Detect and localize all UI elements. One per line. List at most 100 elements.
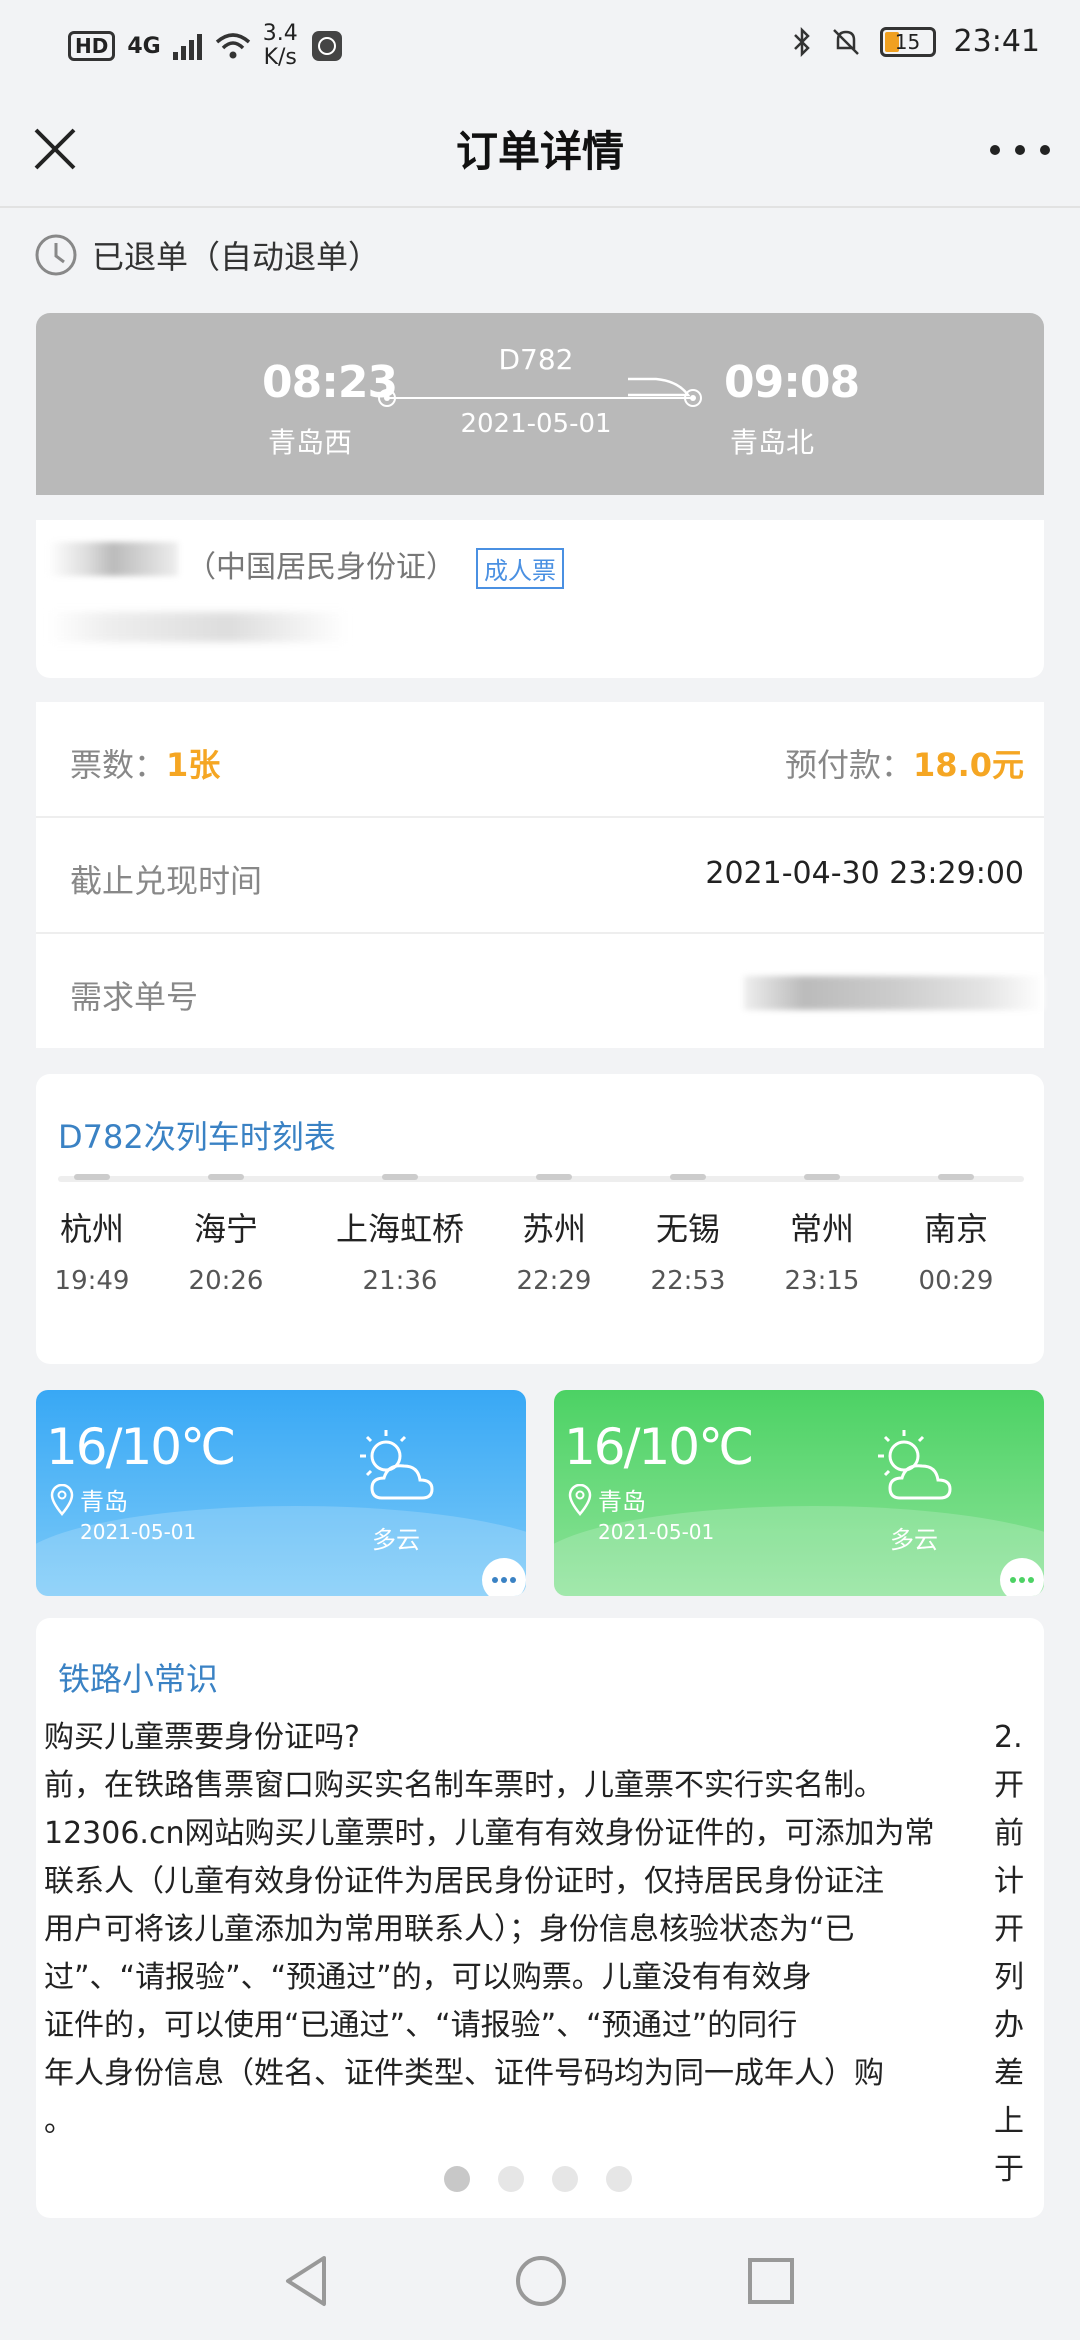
train-card: 08:23 青岛西 D782 2021-05-01 09:08 青岛北 bbox=[36, 313, 1044, 495]
weather-desc: 多云 bbox=[890, 1526, 938, 1554]
home-icon[interactable] bbox=[514, 2254, 568, 2308]
depart-station: 青岛西 bbox=[268, 426, 353, 459]
schedule-stop: 上海虹桥 21:36 bbox=[300, 1174, 500, 1296]
carousel-dot[interactable] bbox=[606, 2166, 632, 2192]
weather-city: 青岛 bbox=[80, 1488, 128, 1516]
back-icon[interactable] bbox=[282, 2254, 332, 2308]
order-info-card: 票数：1张 预付款：18.0元 截止兑现时间 2021-04-30 23:29:… bbox=[36, 702, 1044, 1048]
tips-title: 铁路小常识 bbox=[58, 1660, 219, 1698]
depart-time: 08:23 bbox=[262, 357, 398, 408]
ticket-count-row: 票数：1张 预付款：18.0元 bbox=[36, 702, 1044, 818]
schedule-stop: 南京 00:29 bbox=[896, 1174, 1016, 1296]
signal-icon bbox=[172, 34, 202, 60]
page-title: 订单详情 bbox=[455, 127, 624, 176]
order-no-redacted bbox=[744, 976, 1044, 1010]
ticket-type-badge: 成人票 bbox=[476, 548, 564, 589]
bluetooth-icon bbox=[793, 26, 810, 57]
status-left: HD 4G 3.4 K/s bbox=[68, 22, 344, 70]
order-no-row: 需求单号 bbox=[36, 934, 1044, 1050]
prepay-value: 18.0元 bbox=[913, 746, 1024, 784]
weather-more-button[interactable] bbox=[482, 1558, 526, 1596]
carousel-dot[interactable] bbox=[552, 2166, 578, 2192]
weather-date: 2021-05-01 bbox=[598, 1520, 715, 1544]
stop-time: 00:29 bbox=[918, 1266, 994, 1296]
stop-time: 23:15 bbox=[784, 1266, 860, 1296]
location-pin-icon bbox=[568, 1484, 592, 1516]
passenger-id-redacted bbox=[48, 612, 348, 642]
order-status: 已退单（自动退单） bbox=[34, 232, 380, 278]
tips-next-page-preview: 2. 开 前 计 开 列 办 差 上 于 bbox=[994, 1720, 1024, 2187]
weather-city: 青岛 bbox=[598, 1488, 646, 1516]
schedule-card: D782次列车时刻表 杭州 19:49 海宁 20:26 上海虹桥 21:36 苏州 2… bbox=[36, 1074, 1044, 1364]
schedule-title[interactable]: D782次列车时刻表 bbox=[58, 1112, 336, 1158]
prepay: 预付款：18.0元 bbox=[785, 740, 1024, 786]
stop-name: 上海虹桥 bbox=[335, 1210, 464, 1248]
weather-card-arrival[interactable]: 16/10℃ 青岛 2021-05-01 多云 bbox=[554, 1390, 1044, 1596]
weather-desc: 多云 bbox=[372, 1526, 420, 1554]
battery-indicator: 15 bbox=[879, 26, 936, 57]
more-options-button[interactable] bbox=[990, 130, 1050, 170]
more-dot-icon bbox=[1015, 145, 1025, 155]
train-icon bbox=[628, 377, 690, 397]
railway-tips-card[interactable]: 铁路小常识 购买儿童票要身份证吗? 前，在铁路售票窗口购买实名制车票时，儿童票不… bbox=[36, 1618, 1044, 2218]
stop-name: 南京 bbox=[923, 1210, 988, 1248]
clock: 23:41 bbox=[953, 24, 1040, 59]
stop-time: 21:36 bbox=[362, 1266, 438, 1296]
arrive-dot-icon bbox=[684, 389, 702, 407]
status-bar: HD 4G 3.4 K/s 15 23:41 bbox=[0, 0, 1080, 90]
system-nav-bar bbox=[0, 2218, 1080, 2340]
order-status-text: 已退单（自动退单） bbox=[92, 238, 381, 276]
ticket-count-label: 票数：1张 bbox=[70, 740, 220, 786]
schedule-stop: 海宁 20:26 bbox=[166, 1174, 286, 1296]
passenger-name-redacted bbox=[48, 542, 178, 576]
stop-name: 苏州 bbox=[521, 1210, 586, 1248]
net-speed: 3.4 K/s bbox=[263, 22, 298, 70]
mute-bell-icon bbox=[832, 28, 859, 55]
weather-date: 2021-05-01 bbox=[80, 1520, 197, 1544]
clock-icon bbox=[35, 234, 77, 276]
net-speed-unit: K/s bbox=[263, 45, 297, 70]
more-dot-icon bbox=[990, 145, 1000, 155]
more-dot-icon bbox=[1040, 145, 1050, 155]
weather-card-departure[interactable]: 16/10℃ 青岛 2021-05-01 多云 bbox=[36, 1390, 526, 1596]
train-number: D782 bbox=[498, 343, 574, 376]
recents-icon[interactable] bbox=[746, 2254, 796, 2308]
page-header: 订单详情 bbox=[0, 90, 1080, 208]
app-notification-icon bbox=[311, 31, 342, 61]
ticket-count-label-text: 票数： bbox=[70, 746, 167, 784]
tips-body: 购买儿童票要身份证吗? 前，在铁路售票窗口购买实名制车票时，儿童票不实行实名制。… bbox=[44, 1720, 935, 2139]
weather-more-button[interactable] bbox=[1000, 1558, 1044, 1596]
deadline-value: 2021-04-30 23:29:00 bbox=[705, 856, 1024, 891]
ticket-count-value: 1张 bbox=[166, 746, 221, 784]
schedule-stop: 常州 23:15 bbox=[762, 1174, 882, 1296]
battery-level: 15 bbox=[894, 29, 921, 54]
partly-cloudy-icon bbox=[878, 1430, 952, 1500]
schedule-stop: 苏州 22:29 bbox=[494, 1174, 614, 1296]
deadline-label: 截止兑现时间 bbox=[70, 862, 263, 900]
stop-time: 20:26 bbox=[188, 1266, 264, 1296]
prepay-label: 预付款： bbox=[785, 746, 914, 784]
train-date: 2021-05-01 bbox=[460, 409, 612, 439]
network-indicator: 4G bbox=[127, 33, 161, 59]
stop-name: 无锡 bbox=[655, 1210, 720, 1248]
weather-temp: 16/10℃ bbox=[564, 1418, 754, 1476]
partly-cloudy-icon bbox=[360, 1430, 434, 1500]
stop-time: 22:29 bbox=[516, 1266, 592, 1296]
weather-temp: 16/10℃ bbox=[46, 1418, 236, 1476]
deadline-row: 截止兑现时间 2021-04-30 23:29:00 bbox=[36, 818, 1044, 934]
id-type: （中国居民身份证） bbox=[186, 550, 456, 585]
carousel-indicator bbox=[444, 2166, 632, 2192]
wifi-icon bbox=[215, 33, 250, 59]
stop-time: 22:53 bbox=[650, 1266, 726, 1296]
order-no-label: 需求单号 bbox=[70, 978, 199, 1016]
carousel-dot-active[interactable] bbox=[444, 2166, 470, 2192]
schedule-stop: 杭州 19:49 bbox=[32, 1174, 152, 1296]
stop-name: 常州 bbox=[789, 1210, 854, 1248]
passenger-card: （中国居民身份证） 成人票 bbox=[36, 520, 1044, 678]
stop-name: 杭州 bbox=[59, 1210, 124, 1248]
stop-time: 19:49 bbox=[54, 1266, 130, 1296]
net-speed-value: 3.4 bbox=[262, 21, 298, 46]
stop-name: 海宁 bbox=[193, 1210, 258, 1248]
location-pin-icon bbox=[50, 1484, 74, 1516]
carousel-dot[interactable] bbox=[498, 2166, 524, 2192]
